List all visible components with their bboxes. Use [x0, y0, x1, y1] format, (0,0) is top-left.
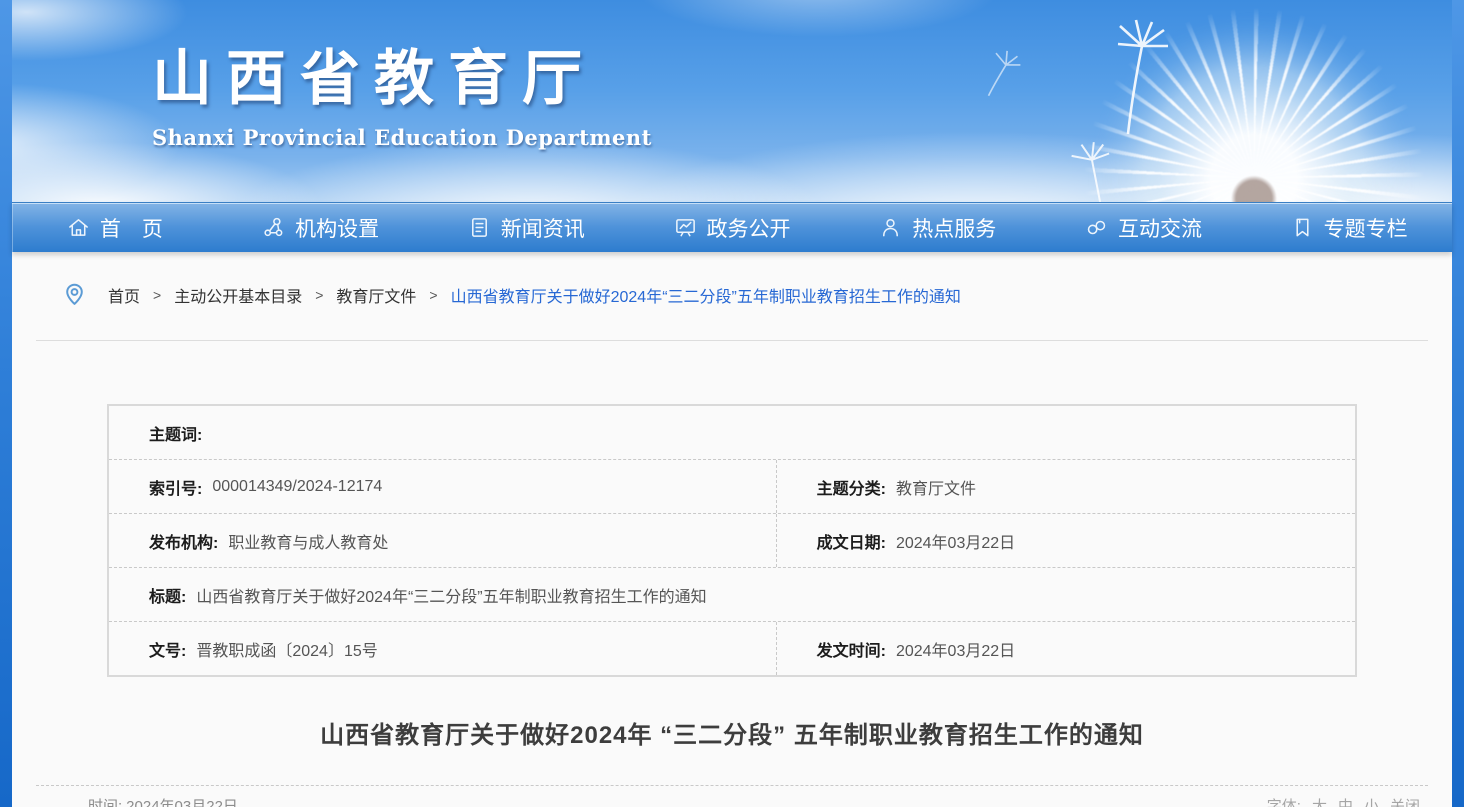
nav-item-news[interactable]: 新闻资讯: [423, 203, 629, 252]
breadcrumb-dept-documents[interactable]: 教育厅文件: [336, 283, 416, 307]
nav-item-label: 热点服务: [912, 213, 996, 243]
index-number-label: 索引号:: [149, 475, 202, 499]
meta-cell-doc-number: 文号: 晋教职成函〔2024〕15号: [109, 622, 776, 675]
category-label: 主题分类:: [817, 475, 886, 499]
bookmark-icon: [1291, 216, 1314, 239]
nav-item-label: 新闻资讯: [501, 213, 585, 243]
meta-row-docnumber-publishdate: 文号: 晋教职成函〔2024〕15号 发文时间: 2024年03月22日: [109, 621, 1355, 675]
font-size-label: 字体:: [1267, 795, 1301, 807]
close-button[interactable]: 关闭: [1390, 795, 1420, 807]
breadcrumb-home[interactable]: 首页: [108, 283, 140, 307]
publish-date-label: 发文时间:: [817, 637, 886, 661]
breadcrumb: 首页 > 主动公开基本目录 > 教育厅文件 > 山西省教育厅关于做好2024年“…: [12, 252, 1452, 307]
breadcrumb-separator: >: [315, 287, 323, 303]
nav-item-home[interactable]: 首 页: [12, 203, 218, 252]
article-info-bar: 时间: 2024年03月22日 字体: 大 中 小 关闭: [36, 785, 1428, 807]
font-size-small-button[interactable]: 小: [1364, 795, 1379, 807]
meta-row-subject: 主题词:: [109, 406, 1355, 459]
meta-row-title: 标题: 山西省教育厅关于做好2024年“三二分段”五年制职业教育招生工作的通知: [109, 567, 1355, 621]
breadcrumb-divider: [36, 340, 1428, 341]
nav-item-organization[interactable]: 机构设置: [218, 203, 424, 252]
news-icon: [468, 216, 491, 239]
time-value: 2024年03月22日: [126, 795, 238, 807]
nav-item-label: 互动交流: [1118, 213, 1202, 243]
issuer-value: 职业教育与成人教育处: [228, 529, 388, 553]
subject-label: 主题词:: [149, 421, 202, 445]
breadcrumb-separator: >: [153, 287, 161, 303]
doc-number-label: 文号:: [149, 637, 186, 661]
meta-row-issuer-date: 发布机构: 职业教育与成人教育处 成文日期: 2024年03月22日: [109, 513, 1355, 567]
breadcrumb-separator: >: [429, 287, 437, 303]
written-date-value: 2024年03月22日: [896, 529, 1015, 553]
title-value: 山西省教育厅关于做好2024年“三二分段”五年制职业教育招生工作的通知: [196, 583, 706, 607]
title-label: 标题:: [149, 583, 186, 607]
doc-number-value: 晋教职成函〔2024〕15号: [196, 637, 377, 661]
category-value: 教育厅文件: [896, 475, 976, 499]
content-area: 首页 > 主动公开基本目录 > 教育厅文件 > 山西省教育厅关于做好2024年“…: [12, 252, 1452, 807]
publish-date-value: 2024年03月22日: [896, 637, 1015, 661]
link-icon: [1085, 216, 1108, 239]
dandelion-seed-icon: [1112, 18, 1172, 138]
header-banner: 山西省教育厅 Shanxi Provincial Education Depar…: [12, 0, 1452, 202]
written-date-label: 成文日期:: [817, 529, 886, 553]
meta-cell-written-date: 成文日期: 2024年03月22日: [776, 514, 1355, 567]
font-size-medium-button[interactable]: 中: [1338, 795, 1353, 807]
site-logo[interactable]: 山西省教育厅 Shanxi Provincial Education Depar…: [152, 30, 652, 150]
nav-item-hot-services[interactable]: 热点服务: [835, 203, 1041, 252]
nav-item-gov-affairs[interactable]: 政务公开: [629, 203, 835, 252]
main-nav: 首 页 机构设置 新闻资讯 政务公开 热点服务: [12, 202, 1452, 252]
meta-cell-issuer: 发布机构: 职业教育与成人教育处: [109, 514, 776, 567]
org-icon: [262, 216, 285, 239]
article-time: 时间: 2024年03月22日: [88, 795, 238, 807]
font-size-controls: 字体: 大 中 小 关闭: [1267, 795, 1420, 807]
site-subtitle: Shanxi Provincial Education Department: [152, 125, 652, 150]
location-pin-icon: [62, 282, 87, 307]
article-title: 山西省教育厅关于做好2024年 “三二分段” 五年制职业教育招生工作的通知: [72, 715, 1392, 750]
nav-item-special-topics[interactable]: 专题专栏: [1246, 203, 1452, 252]
nav-item-label: 首 页: [100, 213, 163, 243]
issuer-label: 发布机构:: [149, 529, 218, 553]
breadcrumb-current-page: 山西省教育厅关于做好2024年“三二分段”五年制职业教育招生工作的通知: [451, 283, 961, 307]
meta-row-index-category: 索引号: 000014349/2024-12174 主题分类: 教育厅文件: [109, 459, 1355, 513]
meta-cell-subject: 主题词:: [109, 406, 1355, 459]
meta-cell-publish-date: 发文时间: 2024年03月22日: [776, 622, 1355, 675]
nav-item-label: 机构设置: [295, 213, 379, 243]
home-icon: [67, 216, 90, 239]
page: 山西省教育厅 Shanxi Provincial Education Depar…: [12, 0, 1452, 807]
person-icon: [879, 216, 902, 239]
nav-item-interaction[interactable]: 互动交流: [1041, 203, 1247, 252]
nav-item-label: 专题专栏: [1324, 213, 1408, 243]
font-size-large-button[interactable]: 大: [1312, 795, 1327, 807]
breadcrumb-catalog[interactable]: 主动公开基本目录: [174, 283, 302, 307]
document-meta-table: 主题词: 索引号: 000014349/2024-12174 主题分类: 教育厅…: [107, 404, 1357, 677]
nav-item-label: 政务公开: [707, 213, 791, 243]
meta-cell-title: 标题: 山西省教育厅关于做好2024年“三二分段”五年制职业教育招生工作的通知: [109, 568, 1355, 621]
time-label: 时间:: [88, 795, 122, 807]
board-icon: [674, 216, 697, 239]
dandelion-seed-icon: [978, 46, 1028, 106]
index-number-value: 000014349/2024-12174: [212, 478, 382, 496]
meta-cell-category: 主题分类: 教育厅文件: [776, 460, 1355, 513]
meta-cell-index-number: 索引号: 000014349/2024-12174: [109, 460, 776, 513]
site-title: 山西省教育厅: [152, 30, 652, 117]
